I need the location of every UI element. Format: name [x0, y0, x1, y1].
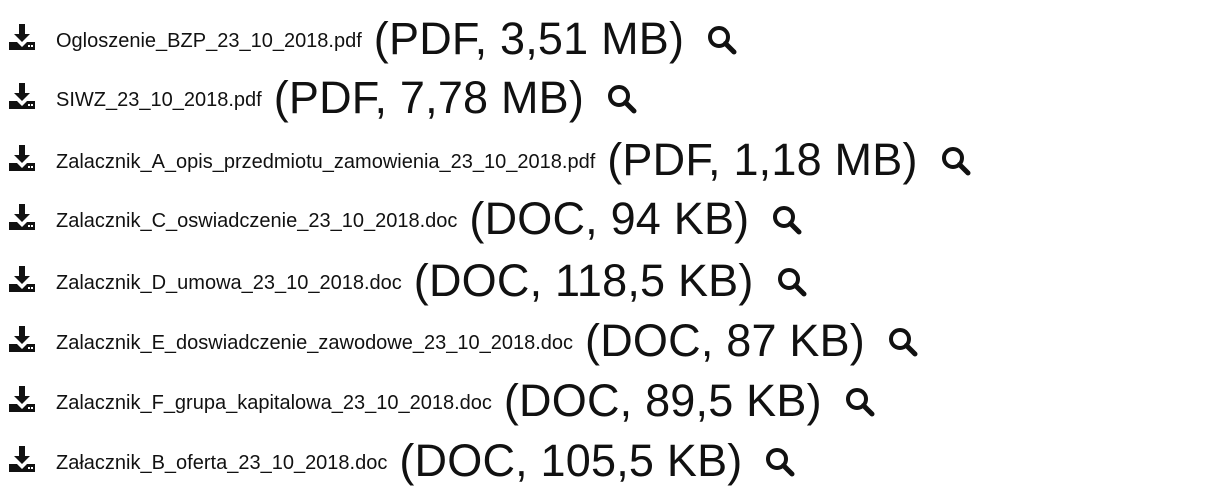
file-row: SIWZ_23_10_2018.pdf (PDF, 7,78 MB) [8, 71, 638, 125]
file-size-info: (DOC, 94 KB) [469, 193, 750, 244]
download-icon[interactable] [8, 82, 36, 110]
download-icon[interactable] [8, 23, 36, 51]
file-link[interactable]: Zalacznik_C_oswiadczenie_23_10_2018.doc [56, 210, 457, 233]
file-row: Zalacznik_A_opis_przedmiotu_zamowienia_2… [8, 133, 972, 187]
search-icon[interactable] [764, 446, 796, 478]
file-size-info: (PDF, 7,78 MB) [273, 72, 585, 123]
file-link[interactable]: Ogloszenie_BZP_23_10_2018.pdf [56, 30, 362, 53]
search-icon[interactable] [776, 266, 808, 298]
download-icon[interactable] [8, 445, 36, 473]
download-icon[interactable] [8, 265, 36, 293]
file-size-info: (DOC, 105,5 KB) [399, 435, 743, 486]
search-icon[interactable] [606, 83, 638, 115]
file-link[interactable]: Załacznik_B_oferta_23_10_2018.doc [56, 452, 387, 475]
file-row: Zalacznik_F_grupa_kapitalowa_23_10_2018.… [8, 374, 876, 428]
download-icon[interactable] [8, 325, 36, 353]
file-link[interactable]: Zalacznik_A_opis_przedmiotu_zamowienia_2… [56, 151, 595, 174]
search-icon[interactable] [771, 204, 803, 236]
file-link[interactable]: Zalacznik_D_umowa_23_10_2018.doc [56, 272, 402, 295]
download-icon[interactable] [8, 203, 36, 231]
file-link[interactable]: Zalacznik_F_grupa_kapitalowa_23_10_2018.… [56, 392, 492, 415]
file-link[interactable]: Zalacznik_E_doswiadczenie_zawodowe_23_10… [56, 332, 573, 355]
file-row: Zalacznik_E_doswiadczenie_zawodowe_23_10… [8, 314, 919, 368]
file-link[interactable]: SIWZ_23_10_2018.pdf [56, 89, 262, 112]
file-row: Ogloszenie_BZP_23_10_2018.pdf (PDF, 3,51… [8, 12, 738, 66]
file-size-info: (PDF, 1,18 MB) [607, 134, 918, 185]
file-row: Zalacznik_C_oswiadczenie_23_10_2018.doc … [8, 192, 803, 246]
search-icon[interactable] [706, 24, 738, 56]
file-row: Załacznik_B_oferta_23_10_2018.doc (DOC, … [8, 434, 796, 488]
file-size-info: (DOC, 118,5 KB) [413, 255, 754, 306]
file-size-info: (PDF, 3,51 MB) [373, 13, 685, 64]
search-icon[interactable] [940, 145, 972, 177]
search-icon[interactable] [844, 386, 876, 418]
file-row: Zalacznik_D_umowa_23_10_2018.doc (DOC, 1… [8, 254, 808, 308]
download-icon[interactable] [8, 385, 36, 413]
search-icon[interactable] [887, 326, 919, 358]
file-size-info: (DOC, 87 KB) [585, 315, 865, 366]
download-icon[interactable] [8, 144, 36, 172]
file-size-info: (DOC, 89,5 KB) [503, 375, 822, 426]
